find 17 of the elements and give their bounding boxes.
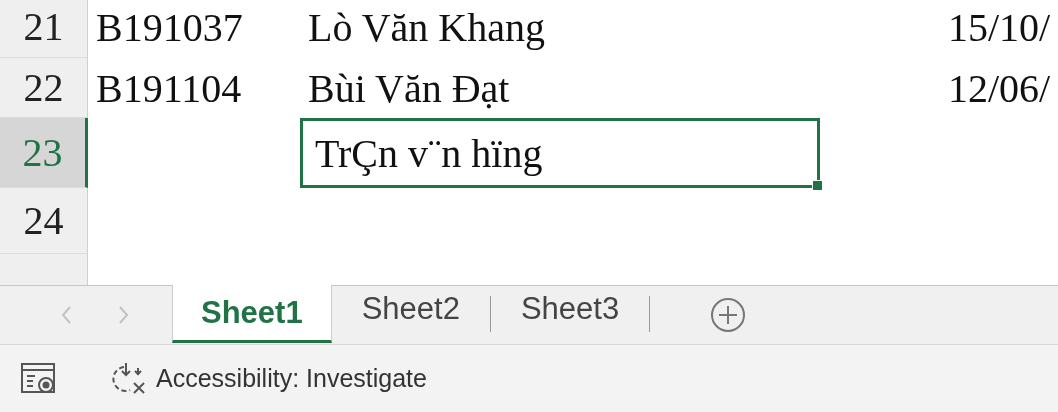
table-cell-text: Lò Văn Khang [307, 3, 546, 52]
fill-handle[interactable] [812, 180, 823, 191]
table-cell-text: 15/10/ [947, 3, 1052, 52]
row-header[interactable]: 21 [0, 0, 88, 58]
table-cell-text: Bùi Văn Đạt [307, 64, 511, 113]
table-cell-text: 12/06/ [947, 64, 1052, 113]
table-cell-text: B191104 [95, 64, 243, 113]
sheet-tab[interactable]: Sheet3 [490, 280, 650, 338]
add-sheet-icon[interactable] [710, 297, 747, 333]
accessibility-status[interactable]: Accessibility: Investigate [156, 364, 427, 393]
selected-cell[interactable]: TrÇn v¨n hïng [300, 118, 820, 188]
sheet-tab[interactable]: Sheet1 [172, 285, 332, 343]
row-header[interactable]: 22 [0, 58, 88, 118]
row-header[interactable]: 23 [0, 118, 88, 188]
table-cell-text: B191037 [95, 3, 244, 52]
row-header[interactable]: 24 [0, 188, 88, 254]
sheet-tab[interactable]: Sheet2 [331, 280, 490, 338]
